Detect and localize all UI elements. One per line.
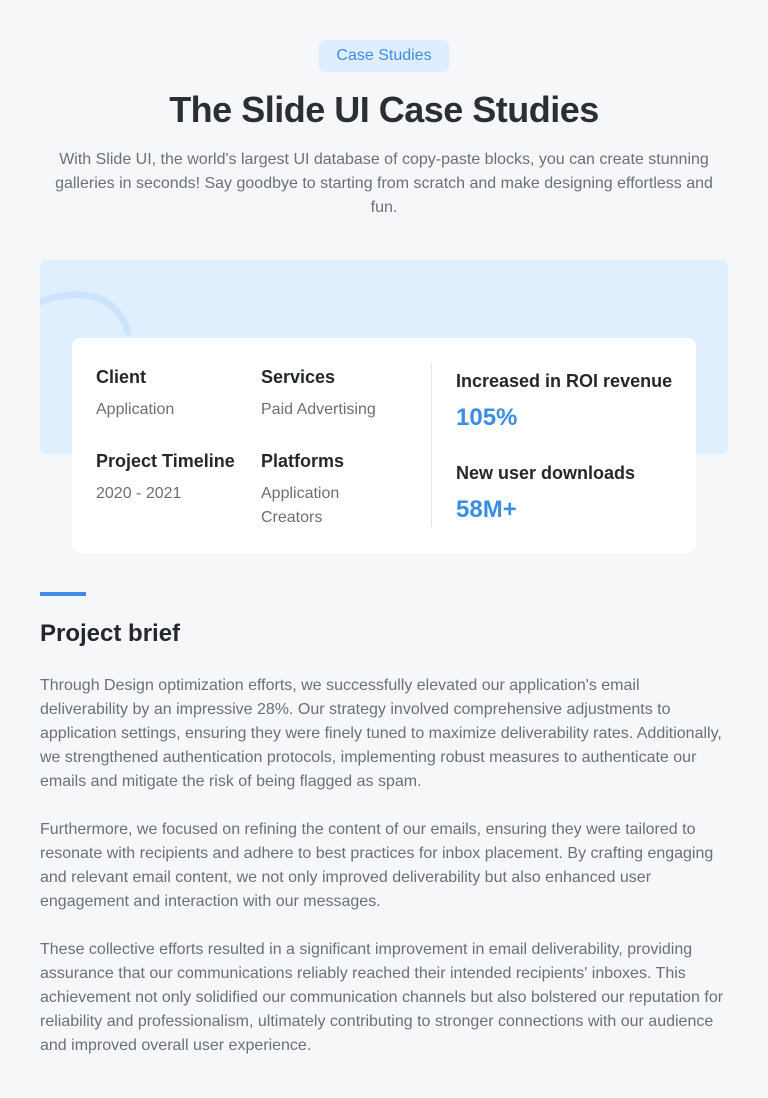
roi-label: Increased in ROI revenue: [456, 371, 673, 391]
platforms-label: Platforms: [261, 451, 345, 471]
services-label: Services: [261, 367, 336, 387]
downloads-value: 58M+: [456, 496, 517, 523]
badge-wrapper: Case Studies: [0, 40, 768, 72]
card-divider: [431, 363, 432, 527]
decorative-curve-icon: [40, 291, 132, 336]
project-brief-title: Project brief: [40, 620, 181, 647]
page-title: The Slide UI Case Studies: [169, 89, 599, 130]
brief-paragraph: Through Design optimization efforts, we …: [40, 677, 722, 790]
section-accent-line: [40, 592, 86, 596]
downloads-stat: New user downloads 58M+: [456, 461, 635, 525]
client-detail: Client Application: [96, 365, 174, 422]
services-value: Paid Advertising: [261, 401, 376, 418]
roi-value: 105%: [456, 404, 518, 431]
brief-paragraph: Furthermore, we focused on refining the …: [40, 821, 714, 910]
brief-paragraph: These collective efforts resulted in a s…: [40, 941, 724, 1054]
client-label: Client: [96, 367, 147, 387]
case-study-page: Case Studies The Slide UI Case Studies W…: [0, 0, 768, 1098]
platforms-value: Application Creators: [261, 485, 340, 526]
downloads-label: New user downloads: [456, 463, 636, 483]
client-value: Application: [96, 401, 175, 418]
platforms-detail: Platforms Application Creators: [261, 449, 401, 530]
project-brief-body: Through Design optimization efforts, we …: [40, 674, 730, 1082]
timeline-detail: Project Timeline 2020 - 2021: [96, 449, 235, 506]
services-detail: Services Paid Advertising: [261, 365, 376, 422]
roi-stat: Increased in ROI revenue 105%: [456, 369, 672, 433]
page-subtitle: With Slide UI, the world's largest UI da…: [55, 151, 713, 216]
section-badge: Case Studies: [319, 40, 449, 72]
project-details-card: Client Application Services Paid Adverti…: [72, 338, 696, 554]
timeline-label: Project Timeline: [96, 451, 235, 471]
timeline-value: 2020 - 2021: [96, 485, 182, 502]
